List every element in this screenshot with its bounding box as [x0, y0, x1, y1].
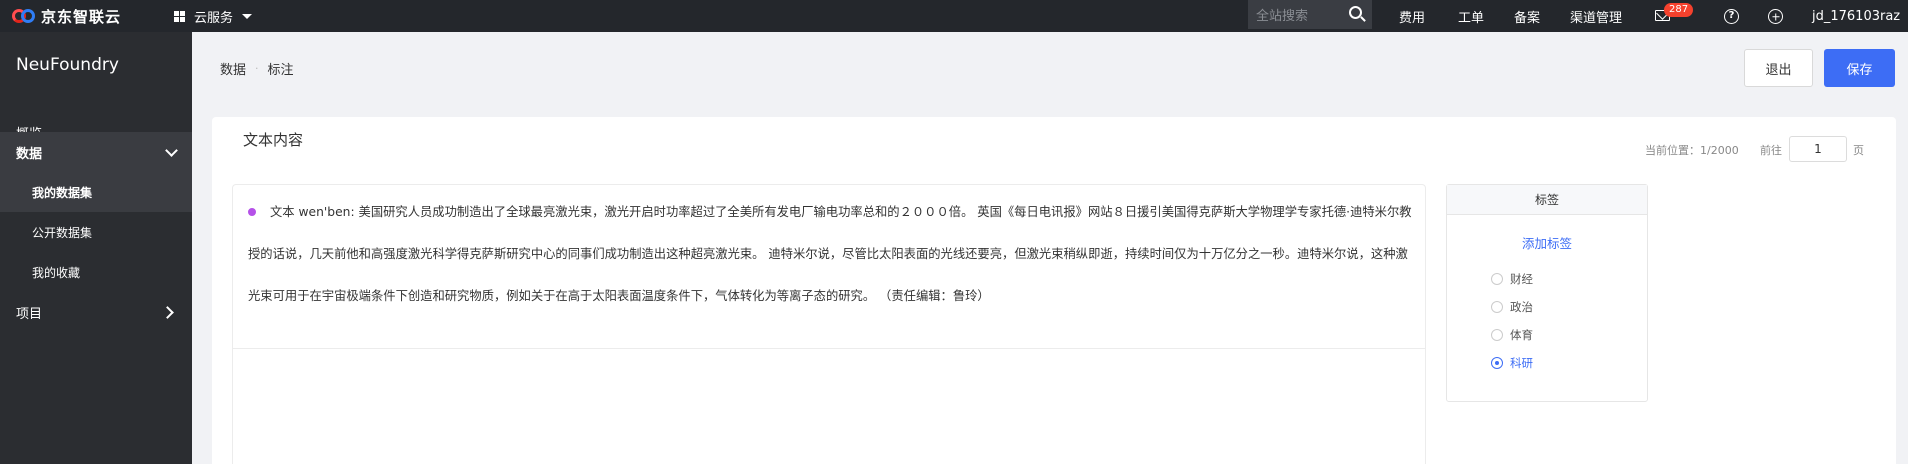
content-title: 文本内容 [243, 131, 304, 149]
radio-unchecked-icon[interactable] [1491, 329, 1503, 341]
bullet-dot-icon [248, 207, 256, 216]
divider [233, 348, 1425, 349]
chevron-down-icon [165, 144, 178, 157]
text-body[interactable]: 文本 wen'ben: 美国研究人员成功制造出了全球最亮激光束，激光开启时功率超… [248, 191, 1416, 317]
pager-unit-label: 页 [1853, 144, 1864, 157]
breadcrumb-separator: · [255, 62, 259, 75]
sidebar-item-label: 我的收藏 [32, 265, 81, 280]
tag-option-label: 体育 [1510, 328, 1533, 342]
text-body-content: 文本 wen'ben: 美国研究人员成功制造出了全球最亮激光束，激光开启时功率超… [248, 205, 1412, 303]
radio-unchecked-icon[interactable] [1491, 273, 1503, 285]
nav-billing[interactable]: 费用 [1399, 0, 1425, 32]
sidebar-item-my-datasets[interactable]: 我的数据集 [0, 172, 192, 212]
exit-button[interactable]: 退出 [1744, 49, 1813, 87]
sidebar: NeuFoundry 概览 数据 我的数据集 公开数据集 我的收藏 项目 [0, 32, 192, 464]
logo-icon [12, 8, 36, 24]
pager-go-label: 前往 [1760, 144, 1782, 157]
tag-option-sports[interactable]: 体育 [1491, 327, 1533, 343]
user-account[interactable]: jd_176103raz [1812, 0, 1900, 32]
grid-icon [174, 10, 185, 22]
sidebar-title: NeuFoundry [16, 55, 119, 75]
mail-badge: 287 [1664, 3, 1694, 17]
logo-text: 京东智联云 [41, 7, 122, 26]
tag-option-research[interactable]: 科研 [1491, 355, 1533, 371]
tag-option-label: 科研 [1510, 356, 1533, 370]
sidebar-item-projects[interactable]: 项目 [0, 292, 192, 332]
pager-position: 当前位置：1/2000 [1645, 144, 1739, 157]
plus-icon[interactable] [1768, 9, 1783, 24]
help-icon[interactable]: ? [1724, 9, 1739, 24]
radio-checked-icon[interactable] [1491, 357, 1503, 369]
text-content-box: 文本 wen'ben: 美国研究人员成功制造出了全球最亮激光束，激光开启时功率超… [232, 184, 1426, 464]
breadcrumb: 数据 · 标注 [220, 59, 294, 78]
search-icon[interactable] [1349, 6, 1362, 19]
search-placeholder: 全站搜索 [1256, 9, 1309, 24]
caret-down-icon [242, 13, 253, 19]
nav-filing[interactable]: 备案 [1514, 0, 1540, 32]
nav-channel[interactable]: 渠道管理 [1570, 0, 1622, 32]
nav-ticket[interactable]: 工单 [1458, 0, 1484, 32]
cloud-service-label: 云服务 [194, 10, 234, 26]
chevron-right-icon [161, 306, 174, 319]
sidebar-item-public-datasets[interactable]: 公开数据集 [0, 212, 192, 252]
cloud-service-menu[interactable]: 云服务 [174, 7, 253, 26]
global-search-input[interactable]: 全站搜索 [1248, 0, 1372, 29]
breadcrumb-annotate: 标注 [267, 63, 294, 78]
sidebar-item-favorites[interactable]: 我的收藏 [0, 252, 192, 292]
sidebar-item-label: 项目 [16, 306, 43, 322]
sidebar-item-label: 公开数据集 [32, 225, 93, 240]
tag-panel-header: 标签 [1447, 185, 1647, 215]
tag-option-label: 政治 [1510, 300, 1533, 314]
sidebar-item-label: 数据 [16, 146, 43, 162]
tag-panel: 标签 添加标签 财经 政治 体育 科研 [1446, 184, 1648, 402]
sidebar-item-data[interactable]: 数据 [0, 132, 192, 172]
sidebar-item-label: 我的数据集 [32, 185, 93, 200]
add-tag-link[interactable]: 添加标签 [1447, 233, 1647, 252]
radio-unchecked-icon[interactable] [1491, 301, 1503, 313]
tag-option-politics[interactable]: 政治 [1491, 299, 1533, 315]
content-card: 文本内容 当前位置：1/2000 前往 1 页 文本 wen'ben: 美国研究… [212, 117, 1896, 464]
breadcrumb-data[interactable]: 数据 [220, 59, 246, 78]
tag-option-finance[interactable]: 财经 [1491, 271, 1533, 287]
page-jump-input[interactable]: 1 [1789, 136, 1847, 162]
save-button[interactable]: 保存 [1824, 49, 1895, 87]
logo[interactable]: 京东智联云 [0, 6, 160, 27]
tag-option-label: 财经 [1510, 272, 1533, 286]
